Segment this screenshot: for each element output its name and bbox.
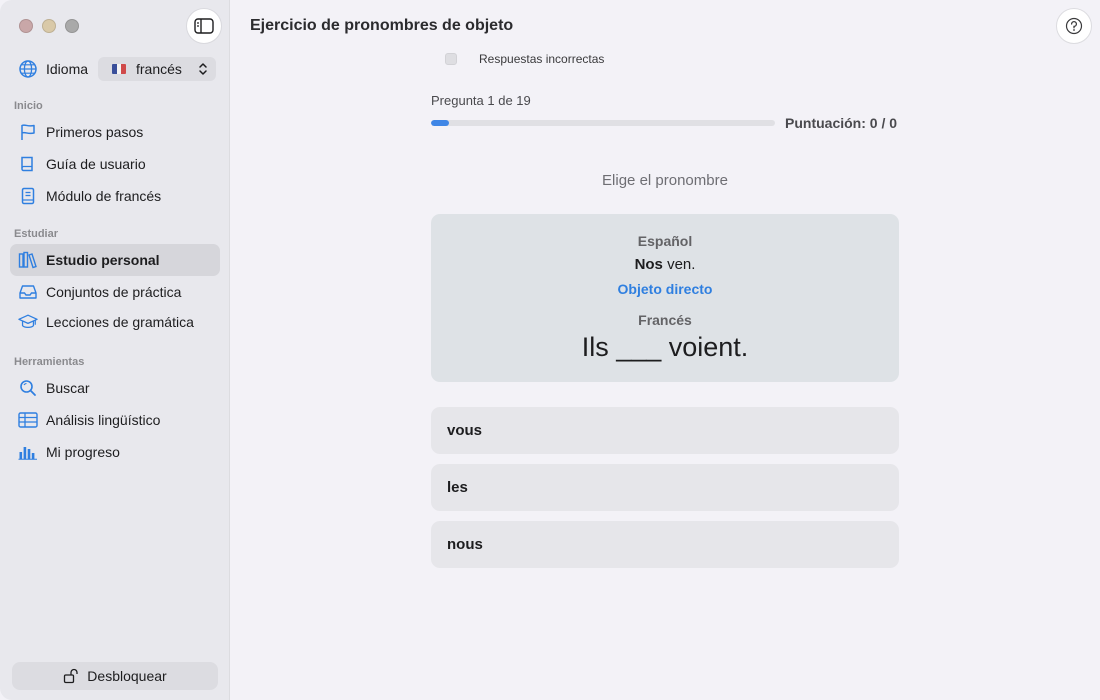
sidebar-icon [194, 18, 214, 34]
sidebar-item-conjuntos-de-practica[interactable]: Conjuntos de práctica [10, 276, 220, 308]
sidebar-item-label: Guía de usuario [46, 156, 146, 172]
instruction-text: Elige el pronombre [602, 172, 728, 189]
sidebar-item-label: Estudio personal [46, 252, 160, 268]
sidebar: Idioma francés Inicio Primeros pasos Guí… [0, 0, 230, 700]
question-counter: Pregunta 1 de 19 [431, 93, 531, 108]
books-icon [18, 250, 38, 270]
target-sentence: Ils ___ voient. [581, 332, 749, 362]
page-title: Ejercicio de pronombres de objeto [250, 17, 514, 34]
language-select[interactable]: francés [98, 57, 216, 81]
incorrect-answers-label: Respuestas incorrectas [479, 52, 605, 66]
sidebar-item-label: Mi progreso [46, 444, 120, 460]
france-flag-icon [112, 64, 126, 74]
main-content: Ejercicio de pronombres de objeto Respue… [231, 0, 1100, 700]
app-window: Idioma francés Inicio Primeros pasos Guí… [0, 0, 1100, 700]
unlock-label: Desbloquear [87, 668, 167, 684]
section-title-inicio: Inicio [14, 100, 43, 112]
book-icon [18, 154, 38, 174]
sidebar-item-buscar[interactable]: Buscar [10, 372, 220, 404]
sidebar-item-guia-de-usuario[interactable]: Guía de usuario [10, 148, 220, 180]
globe-icon [18, 59, 38, 79]
unlock-button[interactable]: Desbloquear [12, 662, 218, 690]
answer-option-les[interactable]: les [431, 464, 899, 511]
answer-option-vous[interactable]: vous [431, 407, 899, 454]
table-icon [18, 410, 38, 430]
close-window-button[interactable] [19, 19, 33, 33]
answer-option-nous[interactable]: nous [431, 521, 899, 568]
sidebar-toggle-button[interactable] [186, 8, 222, 44]
window-controls [19, 19, 79, 33]
object-type-label: Objeto directo [617, 281, 713, 297]
unlock-icon [63, 668, 79, 684]
language-select-value: francés [136, 61, 182, 77]
progress-bar-fill [431, 120, 450, 126]
sidebar-item-lecciones-de-gramatica[interactable]: Lecciones de gramática [10, 306, 220, 338]
sidebar-item-label: Conjuntos de práctica [46, 284, 182, 300]
sidebar-item-label: Módulo de francés [46, 188, 162, 204]
bar-chart-icon [18, 442, 38, 462]
incorrect-answers-checkbox[interactable] [445, 53, 457, 65]
sidebar-item-label: Lecciones de gramática [46, 314, 194, 330]
notebook-icon [18, 186, 38, 206]
score-label: Puntuación: 0 / 0 [785, 115, 898, 131]
question-mark-icon [1065, 17, 1083, 35]
language-label: Idioma [46, 61, 89, 77]
sidebar-item-label: Buscar [46, 380, 90, 396]
sidebar-item-label: Primeros pasos [46, 124, 144, 140]
zoom-window-button[interactable] [65, 19, 79, 33]
flag-icon [18, 122, 38, 142]
sidebar-item-analisis-linguistico[interactable]: Análisis lingüístico [10, 404, 220, 436]
source-language-label: Español [637, 233, 693, 249]
progress-bar [431, 120, 775, 126]
section-title-estudiar: Estudiar [14, 228, 59, 240]
source-sentence-rest: ven. [662, 256, 696, 273]
sidebar-item-primeros-pasos[interactable]: Primeros pasos [10, 116, 220, 148]
minimize-window-button[interactable] [42, 19, 56, 33]
sidebar-item-estudio-personal[interactable]: Estudio personal [10, 244, 220, 276]
graduation-cap-icon [18, 312, 38, 332]
tray-icon [18, 282, 38, 302]
sidebar-item-modulo-de-frances[interactable]: Módulo de francés [10, 180, 220, 212]
chevron-up-down-icon [198, 62, 208, 76]
incorrect-answers-filter[interactable]: Respuestas incorrectas [445, 52, 604, 66]
target-language-label: Francés [638, 312, 692, 328]
source-pronoun: Nos [634, 256, 663, 273]
help-button[interactable] [1056, 8, 1092, 44]
sidebar-item-label: Análisis lingüístico [46, 412, 161, 428]
source-sentence: Nos ven. [431, 256, 899, 273]
search-icon [18, 378, 38, 398]
sidebar-item-mi-progreso[interactable]: Mi progreso [10, 436, 220, 468]
question-card: Español Nos ven. Objeto directo Francés … [431, 214, 899, 382]
language-row: Idioma francés [18, 56, 216, 82]
section-title-herramientas: Herramientas [14, 356, 85, 368]
